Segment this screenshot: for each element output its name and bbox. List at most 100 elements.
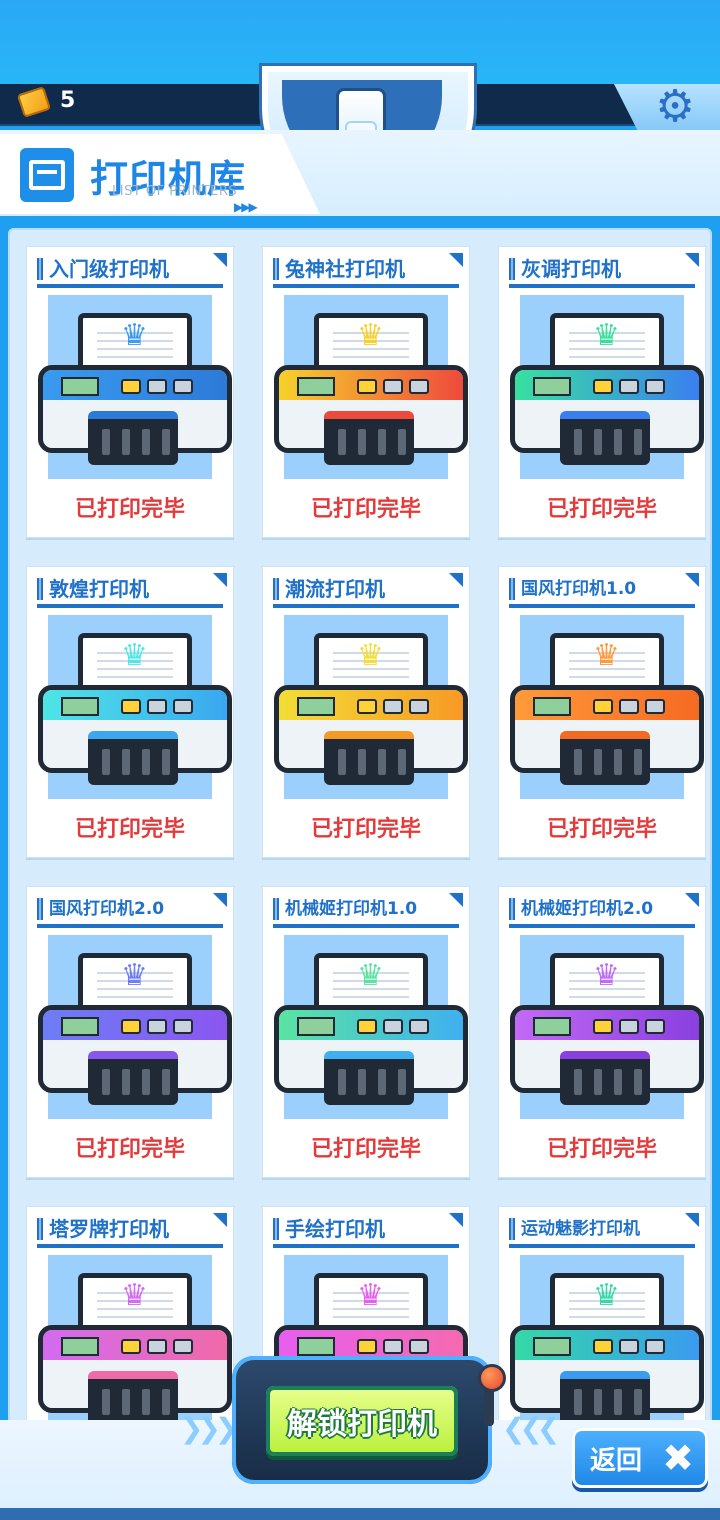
printer-button-icon — [147, 1339, 167, 1354]
printer-button-icon — [173, 699, 193, 714]
name-underline — [37, 284, 223, 288]
screen-icon — [297, 697, 335, 716]
printer-tray — [560, 1051, 650, 1105]
printer-card[interactable]: 机械姬打印机1.0 ♛ 已打印完毕 — [262, 886, 470, 1178]
print-status: 已打印完毕 — [74, 817, 185, 842]
screen-icon — [533, 1337, 571, 1356]
card-stripe-icon — [37, 1218, 43, 1240]
printer-button-icon — [409, 1339, 429, 1354]
printer-button-icon — [619, 699, 639, 714]
print-status: 已打印完毕 — [310, 817, 421, 842]
crown-icon: ♛ — [593, 638, 620, 673]
printer-card[interactable]: 塔罗牌打印机 ♛ — [26, 1206, 234, 1428]
printer-button-icon — [619, 379, 639, 394]
card-stripe-icon — [273, 898, 279, 920]
printer-button-icon — [383, 379, 403, 394]
printer-card[interactable]: 灰调打印机 ♛ 已打印完毕 — [498, 246, 706, 538]
card-stripe-icon — [37, 258, 43, 280]
screen-icon — [61, 697, 99, 716]
printer-card[interactable]: 敦煌打印机 ♛ 已打印完毕 — [26, 566, 234, 858]
card-stripe-icon — [273, 1218, 279, 1240]
printer-button-icon — [147, 699, 167, 714]
printer-button-icon — [147, 379, 167, 394]
printer-tray — [88, 731, 178, 785]
screen-icon — [297, 1017, 335, 1036]
card-stripe-icon — [509, 898, 515, 920]
corner-icon — [685, 573, 699, 587]
card-stripe-icon — [37, 898, 43, 920]
printer-button-icon — [173, 379, 193, 394]
crown-icon: ♛ — [357, 318, 384, 353]
printer-tray — [560, 411, 650, 465]
printer-illustration: ♛ — [274, 615, 468, 799]
printer-button-icon — [409, 379, 429, 394]
printer-illustration: ♛ — [510, 1255, 704, 1428]
unlock-printer-button[interactable]: 解锁打印机 — [266, 1386, 458, 1456]
ticket-count: 5 — [60, 88, 76, 113]
screen-icon — [533, 1017, 571, 1036]
name-underline — [509, 284, 695, 288]
printer-tray — [560, 1371, 650, 1425]
printer-tray — [560, 731, 650, 785]
corner-icon — [213, 573, 227, 587]
printer-button-icon — [619, 1339, 639, 1354]
printer-name: 运动魅影打印机 — [521, 1219, 640, 1239]
page-subtitle: LIST OF PRINTERS — [112, 184, 238, 199]
printer-library-icon — [20, 148, 74, 202]
printer-button-icon — [121, 379, 141, 394]
chevron-left-icon: ❯❯❯ — [180, 1412, 238, 1445]
printer-illustration: ♛ — [38, 615, 232, 799]
printer-button-icon — [357, 1019, 377, 1034]
printer-illustration: ♛ — [274, 935, 468, 1119]
printer-card[interactable]: 国风打印机1.0 ♛ 已打印完毕 — [498, 566, 706, 858]
printer-button-icon — [645, 379, 665, 394]
printer-button-icon — [619, 1019, 639, 1034]
back-label: 返回 — [590, 1445, 643, 1476]
printer-card[interactable]: 兔神社打印机 ♛ 已打印完毕 — [262, 246, 470, 538]
card-stripe-icon — [509, 1218, 515, 1240]
card-stripe-icon — [37, 578, 43, 600]
crown-icon: ♛ — [593, 318, 620, 353]
printer-card[interactable]: 机械姬打印机2.0 ♛ 已打印完毕 — [498, 886, 706, 1178]
name-underline — [37, 604, 223, 608]
printer-button-icon — [121, 1019, 141, 1034]
printer-button-icon — [357, 1339, 377, 1354]
printer-tray — [324, 1051, 414, 1105]
printer-illustration: ♛ — [38, 1255, 232, 1428]
crown-icon: ♛ — [593, 958, 620, 993]
screen-icon — [297, 1337, 335, 1356]
printer-button-icon — [173, 1019, 193, 1034]
printer-illustration: ♛ — [38, 935, 232, 1119]
corner-icon — [449, 1213, 463, 1227]
corner-icon — [685, 253, 699, 267]
printer-button-icon — [593, 379, 613, 394]
print-status: 已打印完毕 — [310, 497, 421, 522]
name-underline — [37, 924, 223, 928]
name-underline — [509, 604, 695, 608]
printer-name: 国风打印机1.0 — [521, 579, 637, 599]
printer-button-icon — [121, 1339, 141, 1354]
printer-card[interactable]: 国风打印机2.0 ♛ 已打印完毕 — [26, 886, 234, 1178]
printer-button-icon — [409, 699, 429, 714]
printer-name: 潮流打印机 — [285, 577, 385, 601]
printer-illustration: ♛ — [510, 295, 704, 479]
bottom-edge — [0, 1508, 720, 1520]
arrows-icon: ▶▶▶ — [234, 200, 258, 214]
gear-icon[interactable]: ⚙ — [652, 84, 698, 130]
card-stripe-icon — [273, 258, 279, 280]
card-stripe-icon — [509, 578, 515, 600]
printer-card[interactable]: 运动魅影打印机 ♛ — [498, 1206, 706, 1428]
printer-card[interactable]: 入门级打印机 ♛ 已打印完毕 — [26, 246, 234, 538]
printer-name: 灰调打印机 — [521, 257, 621, 281]
printer-illustration: ♛ — [510, 935, 704, 1119]
printer-name: 机械姬打印机2.0 — [521, 899, 654, 919]
printer-button-icon — [357, 699, 377, 714]
printer-card[interactable]: 潮流打印机 ♛ 已打印完毕 — [262, 566, 470, 858]
printer-button-icon — [383, 699, 403, 714]
close-x-icon[interactable]: ✖ — [658, 1438, 698, 1478]
lever-knob-icon — [478, 1364, 506, 1392]
crown-icon: ♛ — [357, 1278, 384, 1313]
printer-button-icon — [383, 1339, 403, 1354]
name-underline — [273, 924, 459, 928]
corner-icon — [449, 573, 463, 587]
